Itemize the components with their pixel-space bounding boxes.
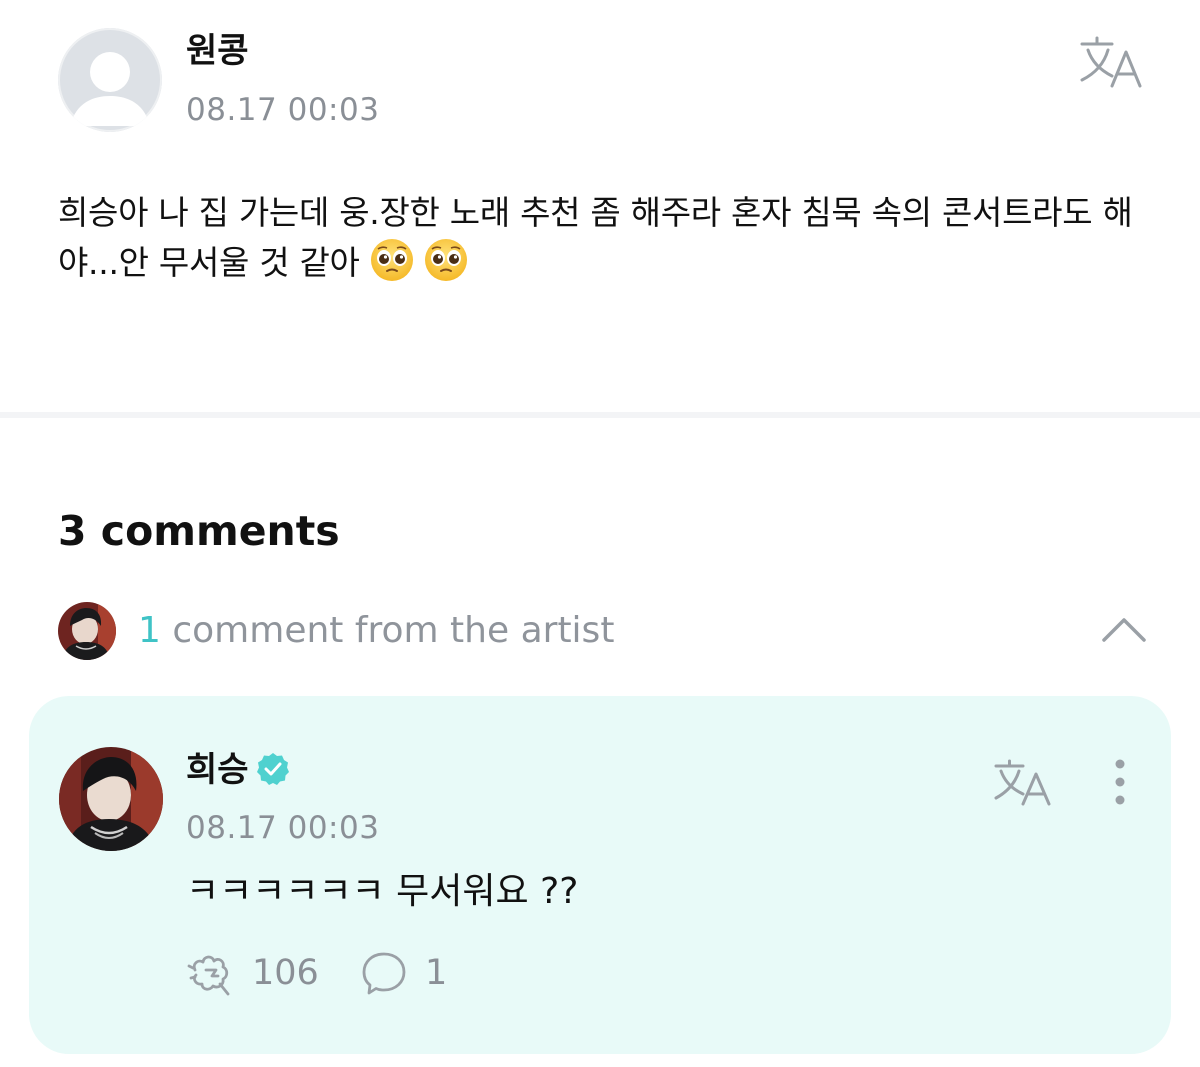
verified-badge-icon (255, 751, 291, 787)
cheer-count: 106 (252, 953, 319, 993)
translate-icon[interactable] (1078, 34, 1144, 90)
artist-comment-label: comment from the artist (172, 610, 615, 651)
artist-comments-toggle[interactable]: 1 comment from the artist (58, 602, 1148, 662)
post-timestamp: 08.17 00:03 (186, 92, 380, 128)
default-user-icon (58, 28, 162, 132)
artist-avatar-small (58, 602, 116, 660)
artist-name-text: 희승 (186, 750, 249, 790)
artist-avatar[interactable] (59, 747, 163, 851)
post-text: 희승아 나 집 가는데 웅.장한 노래 추천 좀 해주라 혼자 침묵 속의 콘서… (58, 193, 1133, 282)
artist-comment-count: 1 (138, 610, 161, 651)
cheer-button[interactable]: 106 (186, 948, 319, 998)
more-vertical-icon[interactable] (1107, 756, 1133, 812)
cheer-icon (187, 955, 230, 996)
artist-comment-timestamp: 08.17 00:03 (186, 810, 380, 846)
chevron-up-icon[interactable] (1100, 614, 1148, 644)
artist-name[interactable]: 희승 (186, 748, 291, 792)
artist-comment-card: 희승 08.17 00:03 ㅋㅋㅋㅋㅋㅋ 무서워요 ?? 106 1 (29, 696, 1171, 1054)
artist-comment-text: ㅋㅋㅋㅋㅋㅋ 무서워요 ?? (186, 871, 579, 912)
comment-bubble-icon (362, 952, 406, 995)
artist-comments-label: 1 comment from the artist (138, 608, 614, 654)
reply-button[interactable]: 1 (359, 948, 447, 998)
translate-icon[interactable] (993, 758, 1053, 806)
comments-count: 3 comments (58, 507, 340, 555)
author-avatar[interactable] (58, 28, 162, 132)
post: 원콩 08.17 00:03 희승아 나 집 가는데 웅.장한 노래 추천 좀 … (0, 0, 1200, 412)
post-body: 희승아 나 집 가는데 웅.장한 노래 추천 좀 해주라 혼자 침묵 속의 콘서… (58, 188, 1158, 288)
author-name[interactable]: 원콩 (186, 30, 249, 72)
section-divider (0, 412, 1200, 418)
pleading-face-emoji (424, 238, 468, 282)
pleading-face-emoji (370, 238, 414, 282)
reply-count: 1 (425, 953, 448, 993)
